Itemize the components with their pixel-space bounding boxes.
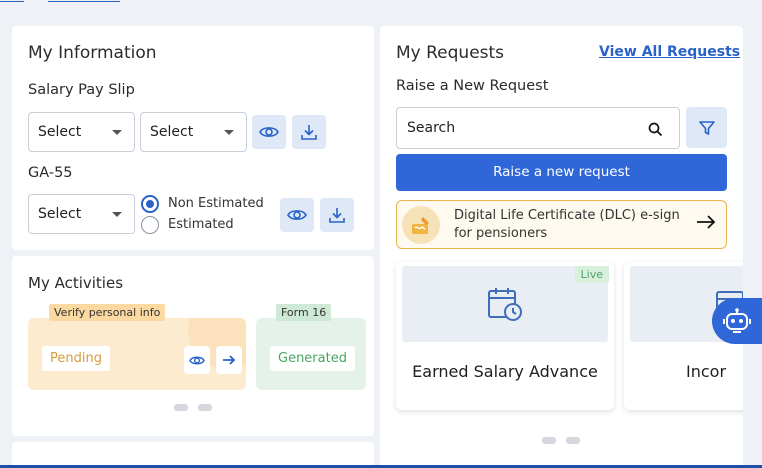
salary-pay-slip-label: Salary Pay Slip: [28, 82, 135, 98]
activity-card-generated[interactable]: Generated: [256, 318, 366, 390]
radio-non-estimated-label: Non Estimated: [168, 196, 264, 211]
carousel-dot[interactable]: [566, 437, 580, 444]
chatbot-icon: [723, 308, 751, 333]
raise-new-request-button[interactable]: Raise a new request: [396, 154, 727, 191]
search-placeholder: Search: [407, 120, 456, 136]
view-payslip-button[interactable]: [252, 115, 286, 149]
arrow-right-icon: [697, 215, 716, 229]
download-payslip-button[interactable]: [292, 115, 326, 149]
download-ga55-button[interactable]: [320, 198, 354, 232]
radio-estimated-label: Estimated: [168, 217, 234, 232]
live-badge: Live: [574, 266, 609, 283]
select-value: Select: [38, 124, 82, 140]
salary-year-select[interactable]: Select: [140, 112, 247, 152]
filter-icon: [698, 120, 715, 135]
dlc-banner-text: Digital Life Certificate (DLC) e-sign fo…: [454, 208, 680, 241]
select-value: Select: [150, 124, 194, 140]
filter-button[interactable]: [686, 107, 727, 148]
activity-tag: Form 16: [276, 304, 332, 321]
eye-icon: [259, 127, 279, 137]
search-input[interactable]: Search: [396, 107, 680, 149]
my-requests-card: My Requests View All Requests Raise a Ne…: [380, 26, 743, 468]
carousel-dot[interactable]: [174, 404, 188, 411]
activity-card-pending[interactable]: Pending: [28, 318, 246, 390]
my-information-card: My Information Salary Pay Slip Select Se…: [12, 26, 374, 250]
download-icon: [301, 125, 317, 140]
ga-55-select[interactable]: Select: [28, 194, 135, 234]
eye-icon: [189, 356, 205, 364]
my-requests-title: My Requests: [396, 43, 505, 63]
view-all-requests-link[interactable]: View All Requests: [599, 44, 740, 60]
service-title: Incor: [686, 362, 727, 381]
search-icon[interactable]: [648, 122, 663, 137]
signature-icon: [402, 206, 440, 244]
download-icon: [329, 208, 345, 223]
breadcrumb-separator-icon: ›: [31, 0, 35, 3]
raise-request-label: Raise a New Request: [396, 78, 549, 94]
carousel-dot[interactable]: [198, 404, 212, 411]
service-card-earned-salary-advance[interactable]: Live Earned Salary Advance: [396, 262, 614, 410]
view-activity-button[interactable]: [184, 346, 210, 374]
view-ga55-button[interactable]: [280, 198, 314, 232]
arrow-right-icon: [223, 355, 236, 365]
breadcrumb-separator-icon: ›: [127, 0, 131, 3]
service-title: Earned Salary Advance: [412, 362, 598, 381]
status-badge: Generated: [270, 346, 355, 371]
chevron-down-icon: [112, 130, 122, 135]
dlc-banner[interactable]: Digital Life Certificate (DLC) e-sign fo…: [396, 200, 727, 249]
ga-55-label: GA-55: [28, 165, 73, 181]
radio-non-estimated[interactable]: [141, 195, 159, 213]
status-badge: Pending: [42, 346, 110, 371]
radio-estimated[interactable]: [141, 216, 159, 234]
salary-month-select[interactable]: Select: [28, 112, 135, 152]
my-information-title: My Information: [28, 43, 157, 63]
my-activities-card: My Activities Pending Verify personal in…: [12, 256, 374, 436]
eye-icon: [287, 210, 307, 220]
carousel-dot[interactable]: [542, 437, 556, 444]
select-value: Select: [38, 206, 82, 222]
breadcrumb-link[interactable]: [48, 0, 120, 2]
chevron-down-icon: [112, 212, 122, 217]
chatbot-button[interactable]: [712, 298, 762, 344]
breadcrumb-link[interactable]: [0, 0, 24, 2]
activity-tag: Verify personal info: [49, 304, 166, 321]
open-activity-button[interactable]: [216, 346, 242, 374]
my-activities-title: My Activities: [28, 274, 124, 292]
chevron-down-icon: [224, 130, 234, 135]
calendar-clock-icon: [488, 288, 522, 321]
